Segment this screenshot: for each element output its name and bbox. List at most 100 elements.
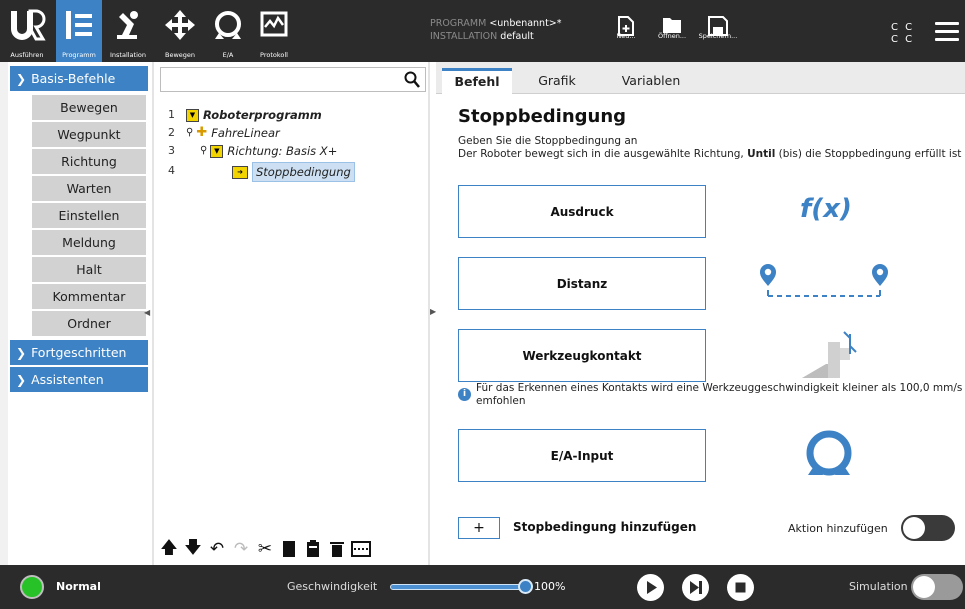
speed-slider[interactable] bbox=[390, 584, 522, 590]
nav-io-button[interactable]: E/A bbox=[206, 0, 250, 62]
category-advanced-label: Fortgeschritten bbox=[31, 345, 127, 360]
cut-icon[interactable]: ✂ bbox=[254, 537, 276, 561]
installation-key: INSTALLATION bbox=[430, 31, 498, 42]
program-icon bbox=[64, 9, 94, 45]
io-input-button[interactable]: E/A-Input bbox=[458, 429, 706, 482]
speed-slider-handle[interactable] bbox=[518, 579, 533, 594]
open-file-button[interactable]: Öffnen... bbox=[650, 0, 694, 62]
new-file-label: Neu... bbox=[616, 32, 636, 40]
tree-node-label: FahreLinear bbox=[211, 126, 280, 140]
suppress-icon[interactable] bbox=[350, 537, 372, 561]
nav-program-label: Programm bbox=[62, 51, 96, 59]
tree-node-selected-label: Stoppbedingung bbox=[252, 162, 355, 182]
tree-row-number: 2 bbox=[168, 126, 175, 139]
command-einstellen[interactable]: Einstellen bbox=[32, 203, 146, 228]
expanded-marker-icon[interactable]: ▼ bbox=[186, 108, 199, 122]
search-icon[interactable] bbox=[404, 71, 420, 92]
command-panel: Befehl Grafik Variablen Stoppbedingung G… bbox=[436, 62, 965, 565]
add-action-toggle[interactable] bbox=[901, 515, 955, 541]
pin-icon: ⚲ bbox=[200, 145, 208, 156]
category-assistants-label: Assistenten bbox=[31, 372, 104, 387]
command-sidebar: ❯ Basis-Befehle Bewegen Wegpunkt Richtung… bbox=[0, 62, 150, 565]
category-assistants[interactable]: ❯ Assistenten bbox=[10, 367, 148, 392]
description: Geben Sie die Stoppbedingung an Der Robo… bbox=[458, 135, 963, 161]
expression-button[interactable]: Ausdruck bbox=[458, 185, 706, 238]
robot-status-led-icon[interactable] bbox=[20, 575, 44, 599]
simulation-label: Simulation bbox=[849, 580, 908, 593]
tree-row-number: 3 bbox=[168, 144, 175, 157]
simulation-toggle[interactable] bbox=[911, 574, 963, 600]
robot-status-text: Normal bbox=[56, 580, 101, 593]
nav-move-button[interactable]: Bewegen bbox=[158, 0, 202, 62]
info-note: i Für das Erkennen eines Kontakts wird e… bbox=[458, 382, 963, 408]
description-line-1: Geben Sie die Stoppbedingung an bbox=[458, 135, 638, 147]
tool-contact-button[interactable]: Werkzeugkontakt bbox=[458, 329, 706, 382]
save-file-button[interactable]: Speichern... bbox=[696, 0, 740, 62]
bottom-bar: Normal Geschwindigkeit 100% Simulation bbox=[0, 565, 965, 609]
command-ordner[interactable]: Ordner bbox=[32, 311, 146, 336]
command-meldung[interactable]: Meldung bbox=[32, 230, 146, 255]
command-halt[interactable]: Halt bbox=[32, 257, 146, 282]
open-file-label: Öffnen... bbox=[657, 32, 687, 40]
category-basis[interactable]: ❯ Basis-Befehle bbox=[10, 66, 148, 91]
installation-name: default bbox=[500, 31, 534, 42]
program-name: <unbenannt>* bbox=[489, 18, 562, 29]
speed-value: 100% bbox=[534, 580, 566, 593]
command-richtung[interactable]: Richtung bbox=[32, 149, 146, 174]
move-down-icon[interactable]: 🡇 bbox=[182, 537, 204, 561]
tree-row[interactable]: 2 ⚲ ✚ FahreLinear bbox=[154, 124, 424, 142]
nav-installation-button[interactable]: Installation bbox=[104, 0, 152, 62]
move-node-icon: ✚ bbox=[196, 125, 208, 140]
expanded-marker-icon[interactable]: ▼ bbox=[210, 144, 224, 158]
distance-button[interactable]: Distanz bbox=[458, 257, 706, 310]
step-icon bbox=[690, 581, 702, 594]
play-button[interactable] bbox=[637, 574, 664, 601]
hamburger-menu-icon[interactable] bbox=[935, 22, 959, 46]
tab-grafik[interactable]: Grafik bbox=[522, 68, 592, 94]
redo-icon[interactable]: ↷ bbox=[230, 537, 252, 561]
category-basis-label: Basis-Befehle bbox=[31, 71, 116, 86]
undo-icon[interactable]: ↶ bbox=[206, 537, 228, 561]
add-stop-condition-button[interactable]: + bbox=[458, 517, 500, 539]
category-advanced[interactable]: ❯ Fortgeschritten bbox=[10, 340, 148, 365]
nav-io-label: E/A bbox=[222, 51, 234, 59]
paste-icon[interactable] bbox=[302, 537, 324, 561]
cc-indicator: C C C C bbox=[891, 22, 914, 46]
nav-program-button[interactable]: Programm bbox=[56, 0, 102, 62]
stop-icon bbox=[735, 582, 746, 593]
new-file-button[interactable]: Neu... bbox=[606, 0, 646, 62]
tab-variablen[interactable]: Variablen bbox=[606, 68, 696, 94]
panel-tabs: Befehl Grafik Variablen bbox=[436, 62, 965, 94]
tree-row[interactable]: 4 ➜ Stoppbedingung bbox=[154, 162, 424, 182]
info-icon: i bbox=[458, 388, 471, 401]
tree-row[interactable]: 3 ⚲ ▼ Richtung: Basis X+ bbox=[154, 142, 424, 160]
tree-search-input[interactable] bbox=[160, 67, 426, 92]
command-bewegen[interactable]: Bewegen bbox=[32, 95, 146, 120]
command-kommentar[interactable]: Kommentar bbox=[32, 284, 146, 309]
tree-row[interactable]: 1 ▼ Roboterprogramm bbox=[154, 106, 424, 124]
description-line-2: Der Roboter bewegt sich in die ausgewähl… bbox=[458, 148, 963, 161]
io-icon bbox=[802, 427, 856, 485]
delete-icon[interactable] bbox=[326, 537, 348, 561]
tree-node-label: Richtung: Basis X+ bbox=[227, 144, 338, 158]
distance-icon bbox=[758, 262, 890, 312]
tab-befehl[interactable]: Befehl bbox=[442, 68, 512, 94]
nav-run-button[interactable]: Ausführen bbox=[0, 0, 54, 62]
tree-row-number: 4 bbox=[168, 164, 175, 177]
nav-installation-label: Installation bbox=[109, 51, 146, 59]
info-text: Für das Erkennen eines Kontakts wird ein… bbox=[476, 382, 963, 407]
collapse-left-handle-icon[interactable]: ◀ bbox=[144, 308, 150, 317]
step-button[interactable] bbox=[682, 574, 709, 601]
add-action-label: Aktion hinzufügen bbox=[788, 522, 888, 535]
toggle-knob bbox=[903, 517, 925, 539]
command-warten[interactable]: Warten bbox=[32, 176, 146, 201]
nav-log-button[interactable]: Protokoll bbox=[252, 0, 296, 62]
stop-button[interactable] bbox=[727, 574, 754, 601]
move-up-icon[interactable]: 🡅 bbox=[158, 537, 180, 561]
add-stop-condition-label: Stopbedingung hinzufügen bbox=[513, 520, 697, 534]
copy-icon[interactable] bbox=[278, 537, 300, 561]
desc-until: Until bbox=[747, 148, 776, 160]
nav-log-label: Protokoll bbox=[260, 51, 288, 59]
speed-label: Geschwindigkeit bbox=[287, 580, 378, 593]
command-wegpunkt[interactable]: Wegpunkt bbox=[32, 122, 146, 147]
